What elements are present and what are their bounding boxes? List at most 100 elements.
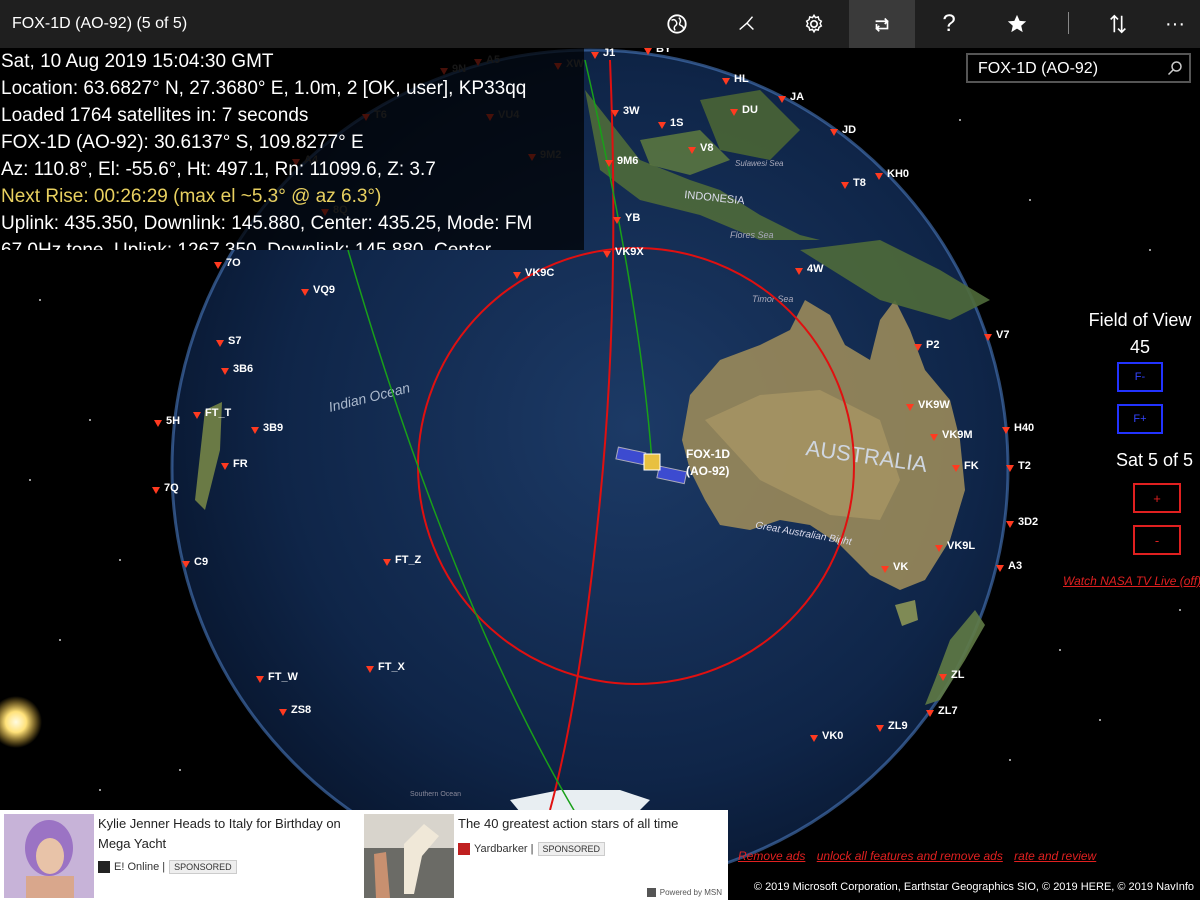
callsign-label[interactable]: 3B9 — [263, 422, 283, 434]
callsign-label[interactable]: FR — [233, 458, 248, 470]
callsign-label[interactable]: VQ9 — [313, 284, 335, 296]
globe-icon — [667, 14, 687, 34]
sun — [0, 696, 42, 748]
callsign-label[interactable]: P2 — [926, 339, 939, 351]
callsign-label[interactable]: V7 — [996, 329, 1009, 341]
source-logo-icon — [98, 861, 110, 873]
help-button[interactable]: ? — [916, 0, 982, 48]
callsign-label[interactable]: HL — [734, 73, 749, 85]
info-loaded: Loaded 1764 satellites in: 7 seconds — [1, 105, 309, 126]
ad-source: E! Online | SPONSORED — [98, 860, 237, 874]
info-az-el: Az: 110.8°, El: -55.6°, Ht: 497.1, Rn: 1… — [1, 159, 436, 180]
callsign-label[interactable]: H40 — [1014, 422, 1034, 434]
callsign-label[interactable]: T8 — [853, 177, 866, 189]
callsign-label[interactable]: 3B6 — [233, 363, 253, 375]
repeat-button[interactable] — [849, 0, 915, 48]
callsign-label[interactable]: FT_X — [378, 661, 406, 673]
callsign-label[interactable]: 7Q — [164, 482, 179, 494]
callsign-label[interactable]: 3D2 — [1018, 516, 1038, 528]
callsign-label[interactable]: BY — [656, 48, 672, 55]
callsign-label[interactable]: VK9W — [918, 399, 950, 411]
favorite-icon — [1007, 14, 1027, 33]
ad-item[interactable]: Kylie Jenner Heads to Italy for Birthday… — [0, 810, 360, 900]
nasa-tv-link[interactable]: Watch NASA TV Live (off) — [1063, 574, 1200, 588]
source-logo-icon — [458, 843, 470, 855]
more-button[interactable]: ··· — [1142, 0, 1200, 48]
satellite-info-panel: Sat, 10 Aug 2019 15:04:30 GMT Location: … — [0, 48, 584, 250]
callsign-label[interactable]: JA — [790, 91, 804, 103]
callsign-label[interactable]: 1S — [670, 117, 683, 129]
callsign-label[interactable]: 4W — [807, 263, 824, 275]
callsign-label[interactable]: VK0 — [822, 730, 843, 742]
help-icon: ? — [942, 10, 956, 37]
next-sat-button[interactable]: + — [1133, 483, 1181, 513]
callsign-label[interactable]: ZL — [951, 669, 965, 681]
callsign-label[interactable]: FT_Z — [395, 554, 422, 566]
sponsored-badge: SPONSORED — [537, 842, 606, 856]
settings-icon — [805, 13, 823, 34]
fov-plus-button[interactable]: F+ — [1117, 404, 1163, 434]
powered-by-text: Powered by MSN — [659, 888, 722, 897]
callsign-label[interactable]: ZL9 — [888, 720, 908, 732]
favorite-button[interactable] — [984, 0, 1050, 48]
unlock-features-link[interactable]: unlock all features and remove ads — [817, 849, 1003, 863]
callsign-label[interactable]: J1 — [603, 48, 615, 59]
callsign-label[interactable]: DU — [742, 104, 758, 116]
callsign-label[interactable]: VK — [893, 561, 908, 573]
callsign-label[interactable]: 9M6 — [617, 155, 638, 167]
callsign-label[interactable]: V8 — [700, 142, 713, 154]
title-bar: FOX-1D (AO-92) (5 of 5) ? ··· — [0, 0, 1200, 48]
callsign-label[interactable]: VK9C — [525, 267, 554, 279]
callsign-marker-icon — [1006, 521, 1014, 528]
satellite-label-name: FOX-1D — [686, 447, 730, 461]
fov-label: Field of View — [1088, 310, 1192, 330]
rate-review-link[interactable]: rate and review — [1014, 849, 1096, 863]
search-input[interactable] — [976, 58, 1160, 80]
callsign-label[interactable]: FK — [964, 460, 979, 472]
promo-links: Remove ads unlock all features and remov… — [738, 849, 1104, 863]
satellite-search-box[interactable] — [966, 53, 1191, 83]
callsign-label[interactable]: ZS8 — [291, 704, 311, 716]
callsign-marker-icon — [152, 487, 160, 494]
callsign-label[interactable]: JD — [842, 124, 856, 136]
settings-button[interactable] — [781, 0, 847, 48]
callsign-label[interactable]: KH0 — [887, 168, 909, 180]
remove-ads-link[interactable]: Remove ads — [738, 849, 805, 863]
callsign-label[interactable]: 5H — [166, 415, 180, 427]
info-next-rise: Next Rise: 00:26:29 (max el ~5.3° @ az 6… — [1, 186, 382, 207]
search-icon[interactable] — [1167, 60, 1183, 76]
sponsored-badge: SPONSORED — [169, 860, 237, 874]
callsign-label[interactable]: C9 — [194, 556, 208, 568]
ad-item[interactable]: The 40 greatest action stars of all time… — [360, 810, 728, 900]
callsign-label[interactable]: S7 — [228, 335, 241, 347]
ad-headline[interactable]: Kylie Jenner Heads to Italy for Birthday… — [98, 814, 348, 854]
callsign-label[interactable]: FT_W — [268, 671, 299, 683]
info-frequencies: Uplink: 435.350, Downlink: 145.880, Cent… — [1, 213, 533, 234]
label-flores-sea: Flores Sea — [730, 230, 774, 240]
callsign-label[interactable]: T2 — [1018, 460, 1031, 472]
info-time: Sat, 10 Aug 2019 15:04:30 GMT — [1, 51, 274, 72]
prev-sat-button[interactable]: - — [1133, 525, 1181, 555]
callsign-label[interactable]: A3 — [1008, 560, 1022, 572]
field-of-view-panel: Field of View 45 — [1070, 310, 1200, 358]
callsign-label[interactable]: YB — [625, 212, 640, 224]
callsign-label[interactable]: 3W — [623, 105, 640, 117]
globe-button[interactable] — [644, 0, 710, 48]
callsign-label[interactable]: 7O — [226, 257, 241, 269]
tracks-button[interactable] — [714, 0, 780, 48]
sort-icon — [1110, 14, 1126, 34]
ad-headline[interactable]: The 40 greatest action stars of all time — [458, 814, 708, 834]
callsign-label[interactable]: VK9M — [942, 429, 973, 441]
ad-source-name: Yardbarker | — [474, 843, 534, 855]
fov-minus-button[interactable]: F- — [1117, 362, 1163, 392]
ad-thumbnail[interactable] — [364, 814, 454, 898]
info-sat-position: FOX-1D (AO-92): 30.6137° S, 109.8277° E — [1, 132, 364, 153]
callsign-label[interactable]: VK9X — [615, 246, 644, 258]
ad-banner[interactable]: Kylie Jenner Heads to Italy for Birthday… — [0, 810, 728, 900]
ad-thumbnail[interactable] — [4, 814, 94, 898]
callsign-label[interactable]: VK9L — [947, 540, 975, 552]
callsign-label[interactable]: FT_T — [205, 407, 232, 419]
more-icon: ··· — [1165, 13, 1185, 35]
callsign-marker-icon — [214, 262, 222, 269]
callsign-label[interactable]: ZL7 — [938, 705, 958, 717]
